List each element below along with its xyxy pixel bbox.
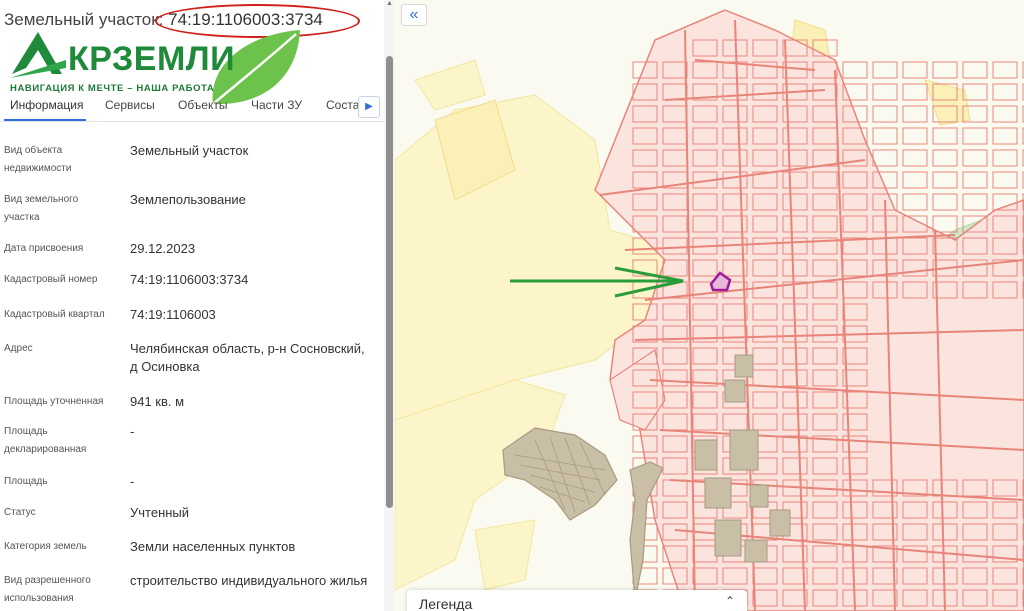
property-label: Дата присвоения <box>4 243 84 254</box>
parcel <box>992 127 1018 145</box>
panel-scrollbar[interactable]: ▲ <box>384 0 395 611</box>
property-label: Вид объекта недвижимости <box>4 145 72 174</box>
settlement-block <box>502 427 618 521</box>
parcel <box>902 83 928 101</box>
parcel <box>872 127 898 145</box>
property-label: Площадь декларированная <box>4 426 87 455</box>
parcel <box>902 149 928 167</box>
cadastral-map[interactable]: « Легенда ⌃ <box>395 0 1024 611</box>
parcel <box>842 61 868 79</box>
scroll-up-arrow-icon[interactable]: ▲ <box>385 0 394 10</box>
legend-title: Легенда <box>419 596 473 611</box>
parcel <box>932 171 958 189</box>
property-value: Земельный участок <box>130 143 249 158</box>
property-value: Учтенный <box>130 505 190 520</box>
parcel <box>902 193 928 211</box>
parcel <box>992 83 1018 101</box>
map-canvas[interactable] <box>395 0 1024 611</box>
property-label: Площадь уточненная <box>4 396 104 407</box>
property-label: Статус <box>4 507 36 518</box>
chevron-right-icon: ▶ <box>365 101 373 112</box>
tab-services[interactable]: Сервисы <box>105 98 155 112</box>
parcel <box>992 149 1018 167</box>
property-value: - <box>130 474 135 489</box>
parcel <box>932 193 958 211</box>
parcel <box>902 127 928 145</box>
parcel <box>872 61 898 79</box>
parcel <box>962 171 988 189</box>
parcel <box>932 61 958 79</box>
property-value: 29.12.2023 <box>130 241 196 256</box>
info-panel: Земельный участок: 74:19:1106003:3734 КР… <box>0 0 395 611</box>
parcel <box>932 127 958 145</box>
legend-panel[interactable]: Легенда ⌃ <box>407 590 747 611</box>
tab-bar: Информация Сервисы Объекты Части ЗУ Сост… <box>0 90 395 122</box>
property-label: Площадь <box>4 476 48 487</box>
active-tab-indicator <box>4 119 86 121</box>
tab-objects[interactable]: Объекты <box>178 98 228 112</box>
property-label: Вид разрешенного использования <box>4 575 91 604</box>
property-value: - <box>130 424 135 439</box>
tabs-scroll-right-button[interactable]: ▶ <box>358 96 380 118</box>
property-value: Землепользование <box>130 192 246 207</box>
parcel <box>962 149 988 167</box>
parcel <box>872 149 898 167</box>
field-area <box>474 519 536 591</box>
property-label: Кадастровый номер <box>4 274 98 285</box>
parcel <box>872 105 898 123</box>
tab-composition[interactable]: Соста <box>326 98 359 112</box>
parcel <box>992 105 1018 123</box>
parcel <box>932 215 958 233</box>
property-label: Категория земель <box>4 541 87 552</box>
double-chevron-left-icon: « <box>409 6 419 23</box>
scrollbar-thumb[interactable] <box>386 56 393 508</box>
tab-parts[interactable]: Части ЗУ <box>251 98 302 112</box>
chevron-up-down-icon[interactable]: ⌃ <box>725 594 735 608</box>
parcel <box>902 171 928 189</box>
parcel <box>902 61 928 79</box>
logo-brand-text: КРЗЕМЛИ <box>68 40 236 78</box>
property-label: Вид земельного участка <box>4 194 79 223</box>
property-value: Челябинская область, р-н Сосновский, д О… <box>130 341 365 374</box>
collapse-panel-button[interactable]: « <box>401 4 427 26</box>
parcel <box>902 105 928 123</box>
field-area <box>414 59 486 111</box>
property-label: Адрес <box>4 343 33 354</box>
property-label: Кадастровый квартал <box>4 309 105 320</box>
parcel <box>872 83 898 101</box>
parcel <box>962 193 988 211</box>
parcel <box>962 61 988 79</box>
property-value: 74:19:1106003:3734 <box>130 272 249 287</box>
tab-information[interactable]: Информация <box>10 98 83 112</box>
property-value: 74:19:1106003 <box>130 307 216 322</box>
property-value: строительство индивидуального жилья <box>130 573 368 588</box>
parcel <box>932 149 958 167</box>
parcel <box>962 127 988 145</box>
parcel <box>992 61 1018 79</box>
property-value: Земли населенных пунктов <box>130 539 296 554</box>
property-value: 941 кв. м <box>130 394 185 409</box>
parcel <box>992 171 1018 189</box>
